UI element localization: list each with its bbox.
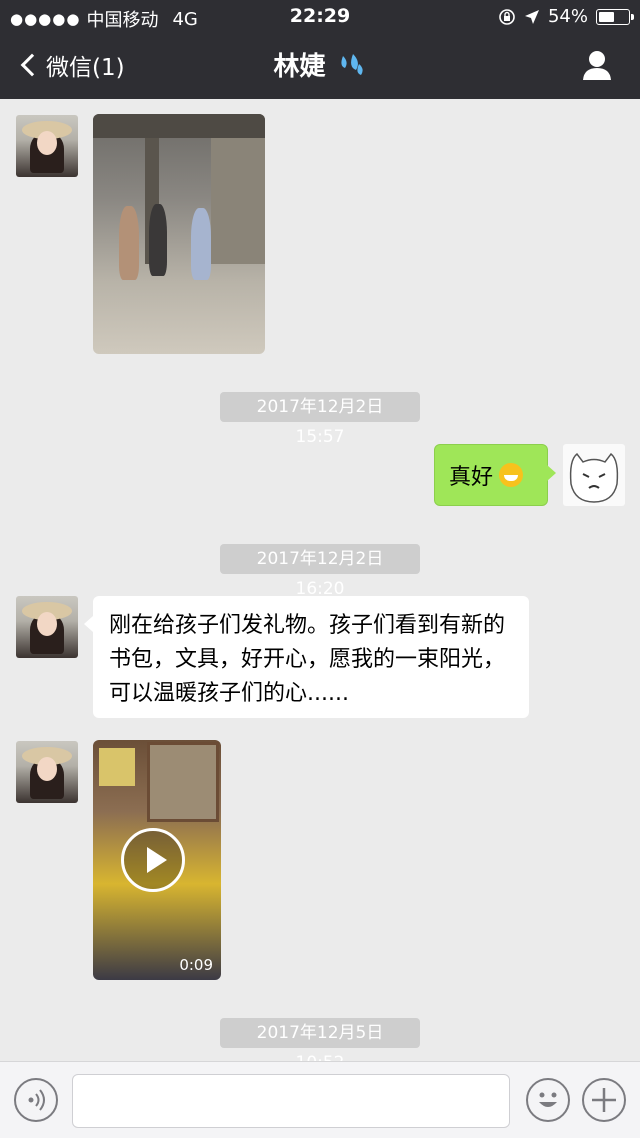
my-avatar[interactable]: [563, 444, 625, 506]
more-actions-button[interactable]: [582, 1078, 626, 1122]
timestamp: 2017年12月2日 16:20: [220, 544, 420, 599]
play-button[interactable]: [121, 828, 185, 892]
status-bar: ●●●●● 中国移动 4G 22:29 54%: [0, 0, 640, 34]
status-right: 54%: [498, 6, 634, 27]
chat-title-text: 林婕: [273, 52, 326, 82]
top-bar: ●●●●● 中国移动 4G 22:29 54% 微信(1) 林婕: [0, 0, 640, 99]
timestamp: 2017年12月2日 15:57: [220, 392, 420, 447]
message-text: 真好: [449, 465, 494, 490]
contact-avatar[interactable]: [16, 115, 78, 177]
emoji-button[interactable]: [526, 1078, 570, 1122]
outgoing-text-message[interactable]: 真好: [434, 444, 556, 506]
message-input[interactable]: [72, 1074, 510, 1128]
video-message[interactable]: 0:09: [93, 740, 221, 980]
image-message[interactable]: [93, 114, 265, 354]
input-bar: [0, 1061, 640, 1138]
incoming-text-message[interactable]: 刚在给孩子们发礼物。孩子们看到有新的书包，文具，好开心，愿我的一束阳光，可以温暖…: [84, 596, 529, 718]
message-text: 刚在给孩子们发礼物。孩子们看到有新的书包，文具，好开心，愿我的一束阳光，可以温暖…: [109, 613, 506, 706]
battery-icon: [596, 8, 634, 25]
chat-info-button[interactable]: [580, 48, 614, 82]
location-arrow-icon: [524, 9, 539, 24]
grin-emoji-icon: [499, 463, 524, 487]
video-duration: 0:09: [179, 956, 213, 974]
voice-icon: [28, 1089, 45, 1111]
contact-avatar[interactable]: [16, 596, 78, 658]
rotation-lock-icon: [499, 8, 515, 25]
chat-title: 林婕: [0, 46, 640, 83]
sweat-droplets-icon: [340, 54, 363, 75]
plus-icon: [592, 1088, 616, 1112]
nav-bar: 微信(1) 林婕: [0, 34, 640, 99]
wall-sign-decoration: [99, 748, 135, 786]
contact-avatar[interactable]: [16, 741, 78, 803]
timestamp: 2017年12月5日 10:52: [220, 1018, 420, 1073]
smiley-icon: [539, 1092, 557, 1107]
battery-percent: 54%: [547, 6, 588, 27]
battery-fill: [599, 11, 614, 22]
window-decoration: [147, 742, 219, 822]
cat-face-icon: [569, 452, 619, 503]
voice-toggle-button[interactable]: [14, 1078, 58, 1122]
